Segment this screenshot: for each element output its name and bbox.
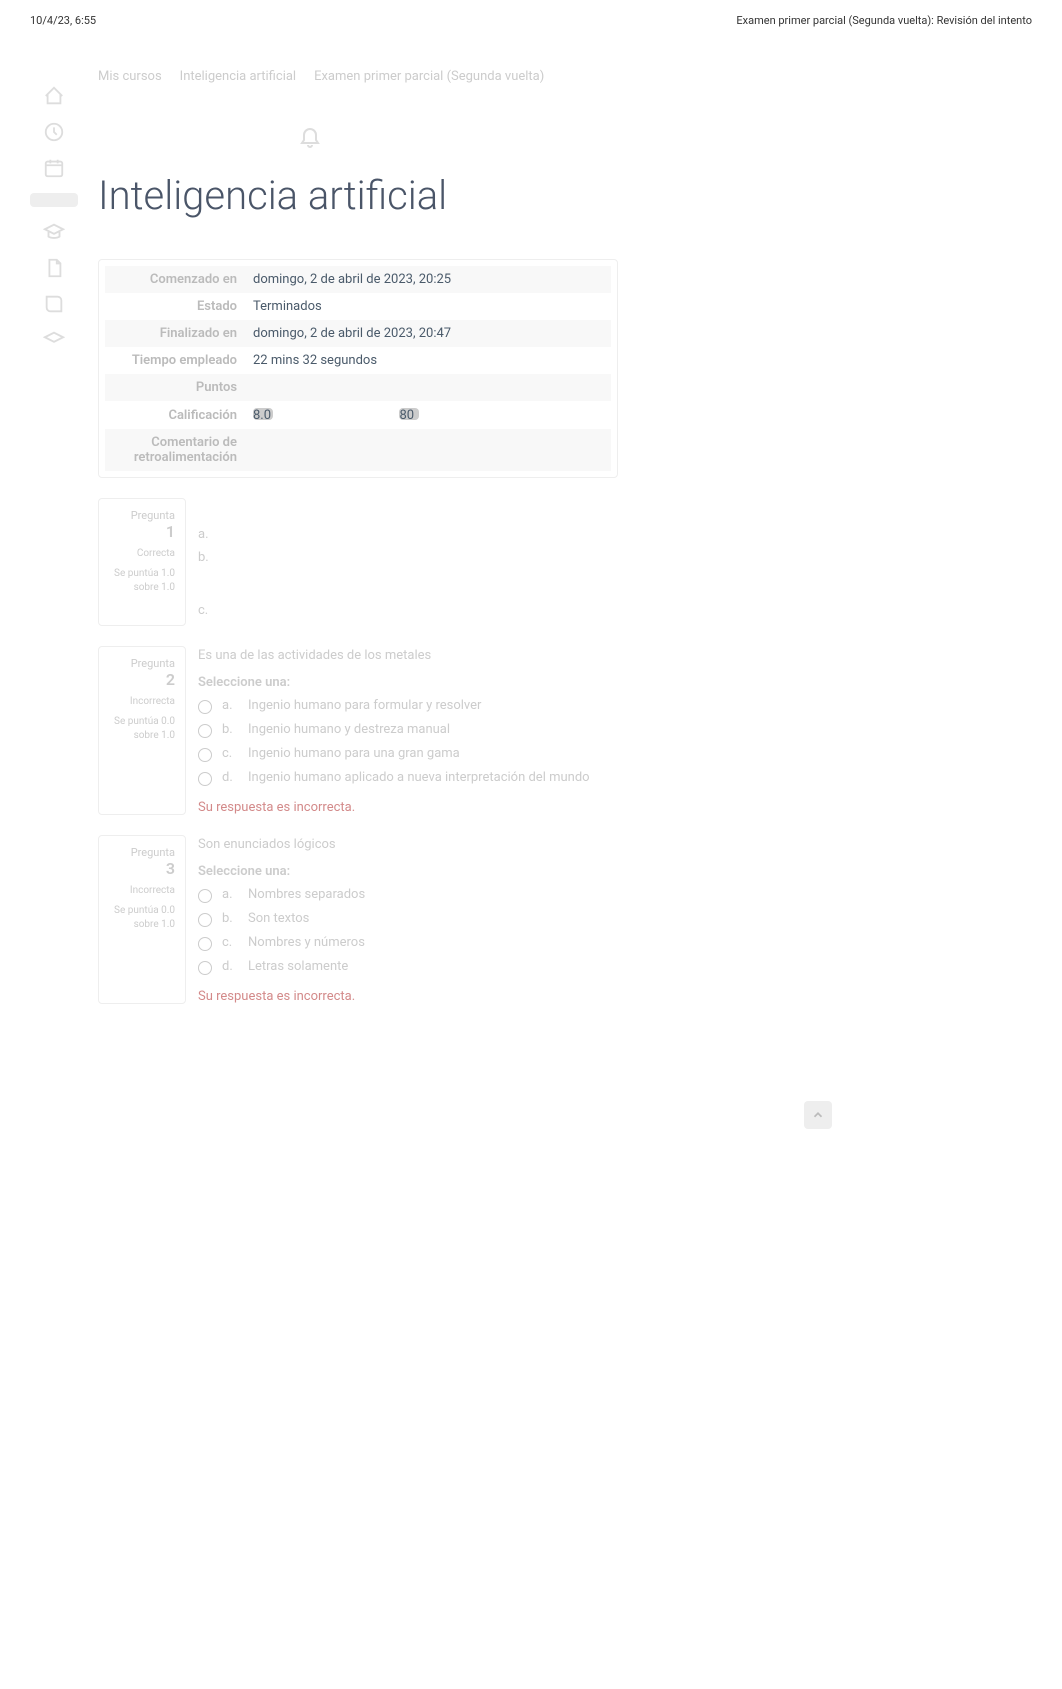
question-body: a. b. c.	[198, 498, 1032, 626]
label-started: Comenzado en	[105, 266, 245, 293]
val-finished: domingo, 2 de abril de 2023, 20:47	[245, 320, 611, 347]
crumb-my-courses[interactable]: Mis cursos	[98, 69, 162, 84]
question-3: Pregunta 3 Incorrecta Se puntúa 0.0 sobr…	[98, 835, 1032, 1004]
question-info-box: Pregunta 1 Correcta Se puntúa 1.0 sobre …	[98, 498, 186, 626]
grade-value-1: 8.0	[253, 408, 273, 420]
page-title: Inteligencia artificial	[98, 172, 1032, 219]
question-info-box: Pregunta 2 Incorrecta Se puntúa 0.0 sobr…	[98, 646, 186, 815]
q2-option-b[interactable]: b. Ingenio humano y destreza manual	[198, 722, 1032, 738]
question-feedback: Su respuesta es incorrecta.	[198, 800, 1032, 815]
breadcrumb: Mis cursos Inteligencia artificial Exame…	[98, 69, 1032, 84]
question-points: Se puntúa 0.0 sobre 1.0	[109, 904, 175, 932]
question-points: Se puntúa 0.0 sobre 1.0	[109, 715, 175, 743]
select-one-heading: Seleccione una:	[198, 675, 1032, 690]
radio-icon	[198, 724, 212, 738]
radio-icon	[198, 748, 212, 762]
val-grade: 8.0 80	[245, 401, 611, 429]
label-state: Estado	[105, 293, 245, 320]
label-grade: Calificación	[105, 401, 245, 429]
question-body: Son enunciados lógicos Seleccione una: a…	[198, 835, 1032, 1004]
question-body: Es una de las actividades de los metales…	[198, 646, 1032, 815]
scroll-to-top-button[interactable]	[804, 1101, 832, 1129]
question-status: Incorrecta	[109, 884, 175, 898]
radio-icon	[198, 937, 212, 951]
label-time: Tiempo empleado	[105, 347, 245, 374]
print-doc-title: Examen primer parcial (Segunda vuelta): …	[736, 14, 1032, 27]
page-header: 10/4/23, 6:55 Examen primer parcial (Seg…	[0, 0, 1062, 41]
chevron-up-icon	[811, 1108, 825, 1122]
crumb-exam[interactable]: Examen primer parcial (Segunda vuelta)	[314, 69, 544, 84]
grade-value-2: 80	[399, 408, 419, 420]
grad-icon[interactable]	[43, 329, 65, 351]
val-feedback	[245, 429, 611, 471]
val-state: Terminados	[245, 293, 611, 320]
q1-option-a[interactable]: a.	[198, 527, 1032, 542]
q2-option-c[interactable]: c. Ingenio humano para una gran gama	[198, 746, 1032, 762]
question-text: Es una de las actividades de los metales	[198, 648, 1032, 663]
question-number: 2	[109, 670, 175, 689]
question-status: Correcta	[109, 547, 175, 561]
calendar-icon[interactable]	[43, 157, 65, 179]
radio-icon	[198, 772, 212, 786]
radio-icon	[198, 700, 212, 714]
sidebar-label	[30, 193, 78, 207]
attempt-summary: Comenzado en domingo, 2 de abril de 2023…	[98, 259, 618, 478]
val-started: domingo, 2 de abril de 2023, 20:25	[245, 266, 611, 293]
label-feedback: Comentario de retroalimentación	[105, 429, 245, 471]
q1-option-c[interactable]: c.	[198, 603, 1032, 618]
radio-icon	[198, 913, 212, 927]
question-label: Pregunta	[109, 509, 175, 522]
summary-table: Comenzado en domingo, 2 de abril de 2023…	[105, 266, 611, 471]
q1-option-b[interactable]: b.	[198, 550, 1032, 565]
q3-option-d[interactable]: d. Letras solamente	[198, 959, 1032, 975]
sidebar	[30, 41, 78, 1004]
dashboard-icon[interactable]	[43, 121, 65, 143]
q3-option-a[interactable]: a. Nombres separados	[198, 887, 1032, 903]
question-2: Pregunta 2 Incorrecta Se puntúa 0.0 sobr…	[98, 646, 1032, 815]
crumb-course[interactable]: Inteligencia artificial	[180, 69, 296, 84]
cap-icon[interactable]	[43, 221, 65, 243]
label-finished: Finalizado en	[105, 320, 245, 347]
q3-option-b[interactable]: b. Son textos	[198, 911, 1032, 927]
question-number: 3	[109, 859, 175, 878]
question-label: Pregunta	[109, 846, 175, 859]
files-icon[interactable]	[43, 257, 65, 279]
q3-option-c[interactable]: c. Nombres y números	[198, 935, 1032, 951]
val-points	[245, 374, 611, 401]
question-points: Se puntúa 1.0 sobre 1.0	[109, 567, 175, 595]
bell-icon[interactable]	[298, 124, 322, 148]
question-text: Son enunciados lógicos	[198, 837, 1032, 852]
print-timestamp: 10/4/23, 6:55	[30, 14, 96, 27]
question-label: Pregunta	[109, 657, 175, 670]
select-one-heading: Seleccione una:	[198, 864, 1032, 879]
question-info-box: Pregunta 3 Incorrecta Se puntúa 0.0 sobr…	[98, 835, 186, 1004]
question-status: Incorrecta	[109, 695, 175, 709]
radio-icon	[198, 889, 212, 903]
book-icon[interactable]	[43, 293, 65, 315]
q2-option-a[interactable]: a. Ingenio humano para formular y resolv…	[198, 698, 1032, 714]
radio-icon	[198, 961, 212, 975]
val-time: 22 mins 32 segundos	[245, 347, 611, 374]
question-number: 1	[109, 522, 175, 541]
question-1: Pregunta 1 Correcta Se puntúa 1.0 sobre …	[98, 498, 1032, 626]
label-points: Puntos	[105, 374, 245, 401]
main-content: Mis cursos Inteligencia artificial Exame…	[78, 41, 1032, 1004]
home-icon[interactable]	[43, 85, 65, 107]
question-feedback: Su respuesta es incorrecta.	[198, 989, 1032, 1004]
q2-option-d[interactable]: d. Ingenio humano aplicado a nueva inter…	[198, 770, 1032, 786]
